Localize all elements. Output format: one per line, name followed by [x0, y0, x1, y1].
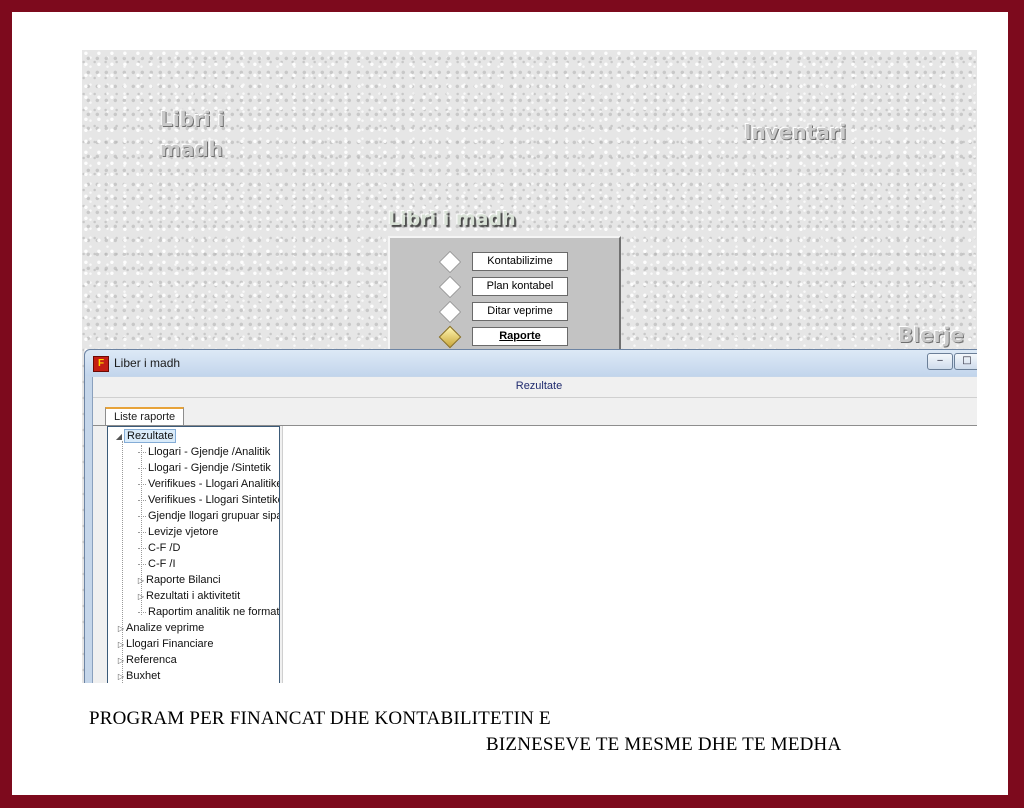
caption-line-2: BIZNESEVE TE MESME DHE TE MEDHA — [486, 734, 842, 755]
tree-node-buxhet[interactable]: ▷ Buxhet — [116, 668, 160, 683]
menu-row-raporte[interactable]: Raporte — [438, 325, 568, 348]
diamond-bullet-icon — [438, 300, 462, 323]
page-frame: Libri i madh Inventari Blerje Libri i ma… — [12, 12, 1008, 795]
diamond-bullet-icon — [438, 250, 462, 273]
window-title: Liber i madh — [114, 356, 181, 370]
minimize-button[interactable]: ‒ — [927, 353, 953, 370]
maximize-button[interactable]: □ — [954, 353, 977, 370]
tab-liste-raporte[interactable]: Liste raporte — [105, 407, 185, 426]
kontabilizime-button[interactable]: Kontabilizime — [472, 252, 568, 271]
tree-node-expandable[interactable]: ▷ Raporte Bilanci — [136, 572, 221, 588]
ditar-veprime-button[interactable]: Ditar veprime — [472, 302, 568, 321]
inventari-module-label[interactable]: Inventari — [744, 120, 846, 144]
menu-panel: Kontabilizime Plan kontabel Ditar veprim… — [388, 236, 621, 356]
caption-line-1: PROGRAM PER FINANCAT DHE KONTABILITETIN … — [89, 708, 551, 729]
menu-row-ditar-veprime[interactable]: Ditar veprime — [438, 300, 568, 323]
menu-title: Libri i madh — [388, 208, 516, 230]
liber-i-madh-window: F Liber i madh ‒ □ Rezultate Liste rapor… — [84, 349, 977, 683]
tree-node[interactable]: C-F /I — [138, 556, 176, 572]
tree-node[interactable]: Llogari - Gjendje /Analitik — [138, 444, 270, 460]
diamond-bullet-active-icon — [438, 325, 462, 348]
tree-node[interactable]: Gjendje llogari grupuar sipas — [138, 508, 279, 524]
expand-arrow-icon[interactable]: ▷ — [136, 589, 146, 605]
menu-row-plan-kontabel[interactable]: Plan kontabel — [438, 275, 568, 298]
expand-arrow-icon[interactable]: ▷ — [116, 637, 126, 653]
expand-arrow-icon[interactable]: ▷ — [116, 669, 126, 683]
tree-node-expandable[interactable]: ▷ Rezultati i aktivitetit — [136, 588, 240, 604]
expand-arrow-icon[interactable]: ▷ — [116, 621, 126, 637]
diamond-bullet-icon — [438, 275, 462, 298]
app-screenshot: Libri i madh Inventari Blerje Libri i ma… — [82, 50, 977, 683]
tree-node[interactable]: Llogari - Gjendje /Sintetik — [138, 460, 271, 476]
app-icon: F — [93, 356, 109, 372]
libri-label-line2: madh — [160, 137, 223, 161]
libri-i-madh-module-label[interactable]: Libri i madh — [160, 104, 224, 164]
raporte-button[interactable]: Raporte — [472, 327, 568, 346]
section-header: Rezultate — [515, 380, 563, 392]
tree-node[interactable]: C-F /D — [138, 540, 180, 556]
menu-row-kontabilizime[interactable]: Kontabilizime — [438, 250, 568, 273]
plan-kontabel-button[interactable]: Plan kontabel — [472, 277, 568, 296]
header-divider — [93, 397, 977, 398]
libri-label-line1: Libri i — [160, 107, 225, 131]
tree-node-analize-veprime[interactable]: ▷ Analize veprime — [116, 620, 204, 636]
tree-node-rezultate[interactable]: ◢ Rezultate — [114, 428, 177, 445]
tree-node[interactable]: Verifikues - Llogari Analitike — [138, 476, 279, 492]
expand-arrow-icon[interactable]: ▷ — [116, 653, 126, 669]
window-client-area: Rezultate Liste raporte ◢ Rezultate Lloga… — [92, 377, 977, 683]
report-content-area[interactable] — [282, 426, 977, 683]
tree-node[interactable]: Verifikues - Llogari Sintetike — [138, 492, 279, 508]
tree-node-referenca[interactable]: ▷ Referenca — [116, 652, 177, 668]
report-tree[interactable]: ◢ Rezultate Llogari - Gjendje /Analitik L… — [107, 426, 280, 683]
collapse-arrow-icon[interactable]: ◢ — [114, 429, 124, 445]
window-titlebar[interactable]: F Liber i madh ‒ □ — [85, 350, 977, 376]
blerje-module-label[interactable]: Blerje — [898, 323, 964, 347]
tree-node[interactable]: Raportim analitik ne format — [138, 604, 279, 620]
tree-node[interactable]: Levizje vjetore — [138, 524, 218, 540]
tree-node-llogari-financiare[interactable]: ▷ Llogari Financiare — [116, 636, 214, 653]
expand-arrow-icon[interactable]: ▷ — [136, 573, 146, 589]
